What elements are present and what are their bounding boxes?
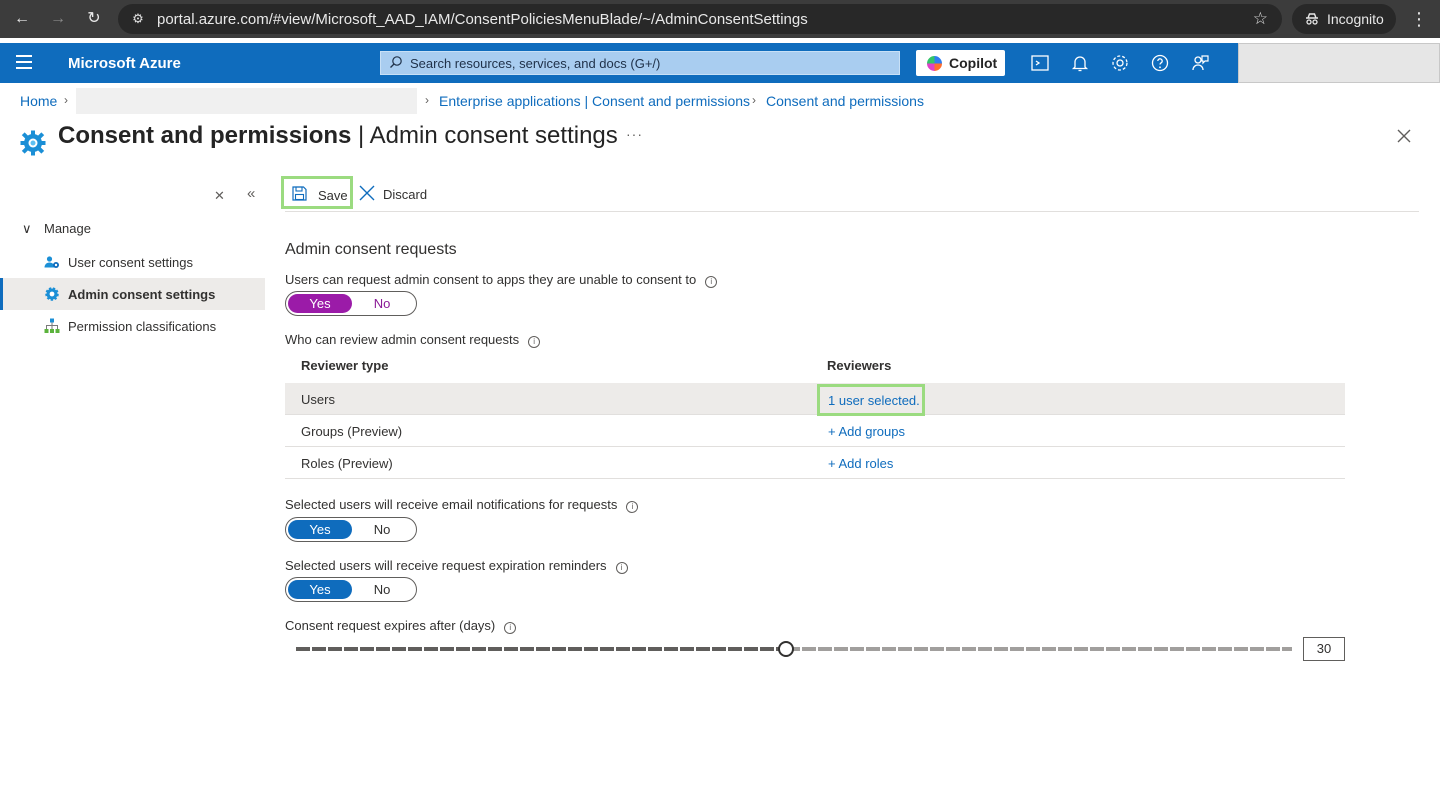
url-text[interactable]: portal.azure.com/#view/Microsoft_AAD_IAM…: [157, 11, 808, 28]
discard-x-icon: [359, 185, 375, 201]
copilot-label: Copilot: [949, 55, 998, 71]
forward-arrow-icon[interactable]: →: [47, 8, 69, 30]
breadcrumb-redacted: [76, 88, 417, 114]
add-roles-link[interactable]: + Add roles: [828, 456, 893, 471]
reviewer-type-cell: Roles (Preview): [301, 456, 393, 471]
sidebar-group-label: Manage: [44, 221, 91, 236]
portal-menu-icon[interactable]: [16, 55, 32, 69]
copilot-icon: [927, 56, 942, 71]
sidebar-item-admin-consent-settings[interactable]: Admin consent settings: [0, 278, 265, 310]
info-icon[interactable]: i: [615, 562, 628, 574]
request-consent-label: Users can request admin consent to apps …: [285, 272, 718, 288]
notifications-bell-icon[interactable]: [1070, 53, 1090, 73]
back-arrow-icon[interactable]: ←: [11, 8, 33, 30]
table-row[interactable]: Groups (Preview) + Add groups: [285, 415, 1345, 447]
incognito-icon: [1306, 13, 1318, 25]
section-title: Admin consent requests: [285, 241, 457, 258]
sidebar-item-label: Permission classifications: [68, 319, 217, 334]
sidebar-item-permission-classifications[interactable]: Permission classifications: [0, 310, 265, 342]
help-icon[interactable]: [1150, 53, 1170, 73]
sidebar-item-label: Admin consent settings: [68, 287, 216, 302]
breadcrumb-home[interactable]: Home: [20, 93, 57, 109]
browser-menu-icon[interactable]: ⋮: [1410, 8, 1428, 30]
more-options-icon[interactable]: ···: [626, 126, 643, 142]
expiry-slider-track[interactable]: [296, 647, 1292, 651]
reviewer-type-cell: Users: [301, 392, 335, 407]
reviewers-label: Who can review admin consent requests i: [285, 332, 541, 348]
sidebar-item-user-consent-settings[interactable]: User consent settings: [0, 246, 265, 278]
close-icon[interactable]: [1396, 128, 1412, 144]
info-icon[interactable]: i: [705, 276, 718, 288]
account-area-redacted[interactable]: [1238, 43, 1440, 83]
breadcrumb-consent-permissions[interactable]: Consent and permissions: [766, 93, 924, 109]
expiration-reminders-toggle[interactable]: Yes No: [285, 577, 417, 602]
table-row[interactable]: Users 1 user selected.: [285, 383, 1345, 416]
sidebar-item-label: User consent settings: [68, 255, 194, 270]
browser-toolbar: ← → ↻ ⚙ portal.azure.com/#view/Microsoft…: [0, 0, 1440, 38]
breadcrumb-enterprise-apps[interactable]: Enterprise applications | Consent and pe…: [439, 93, 750, 109]
hierarchy-icon: [44, 318, 60, 333]
expiration-reminders-label: Selected users will receive request expi…: [285, 558, 628, 574]
feedback-icon[interactable]: [1190, 53, 1210, 73]
azure-brand[interactable]: Microsoft Azure: [68, 55, 181, 72]
email-notifications-toggle[interactable]: Yes No: [285, 517, 417, 542]
discard-label: Discard: [383, 187, 428, 202]
info-icon[interactable]: i: [626, 501, 639, 513]
add-groups-link[interactable]: + Add groups: [828, 424, 905, 439]
page-title-main: Consent and permissions: [58, 122, 352, 149]
global-search[interactable]: [380, 51, 900, 75]
email-notifications-label: Selected users will receive email notifi…: [285, 497, 639, 513]
users-selected-link[interactable]: 1 user selected.: [817, 384, 925, 416]
bookmark-star-icon[interactable]: ☆: [1253, 9, 1268, 29]
settings-gear-icon[interactable]: [1110, 53, 1130, 73]
gear-icon: [20, 130, 46, 156]
toggle-no-option[interactable]: No: [350, 520, 414, 539]
column-header-reviewers: Reviewers: [827, 358, 892, 373]
clear-icon[interactable]: ✕: [214, 188, 225, 204]
search-icon: [390, 56, 402, 68]
toggle-no-option[interactable]: No: [350, 294, 414, 313]
chevron-down-icon: ∨: [22, 221, 32, 236]
site-settings-icon[interactable]: ⚙: [130, 11, 146, 27]
toggle-yes-option[interactable]: Yes: [288, 520, 352, 539]
collapse-sidebar-icon[interactable]: «: [247, 185, 255, 202]
search-input[interactable]: [410, 54, 890, 72]
request-consent-toggle[interactable]: Yes No: [285, 291, 417, 316]
info-icon[interactable]: i: [528, 336, 541, 348]
slider-rest: [786, 647, 1292, 651]
cloud-shell-icon[interactable]: [1030, 53, 1050, 73]
toggle-yes-option[interactable]: Yes: [288, 294, 352, 313]
column-header-reviewer-type: Reviewer type: [301, 358, 389, 373]
expiry-slider-thumb[interactable]: [778, 641, 794, 657]
info-icon[interactable]: i: [504, 622, 517, 634]
reload-icon[interactable]: ↻: [83, 8, 105, 30]
expiry-days-input[interactable]: 30: [1303, 637, 1345, 661]
chevron-right-icon: ›: [64, 93, 68, 107]
slider-fill: [296, 647, 786, 651]
save-button[interactable]: Save: [281, 176, 353, 209]
command-bar-divider: [285, 211, 1419, 212]
incognito-label: Incognito: [1327, 11, 1384, 27]
sidebar-group-manage[interactable]: ∨ Manage: [22, 221, 91, 237]
azure-top-bar: Microsoft Azure Copilot: [0, 43, 1440, 83]
table-row[interactable]: Roles (Preview) + Add roles: [285, 447, 1345, 479]
save-label: Save: [318, 188, 348, 203]
toggle-yes-option[interactable]: Yes: [288, 580, 352, 599]
chevron-right-icon: ›: [425, 93, 429, 107]
chevron-right-icon: ›: [752, 93, 756, 107]
gear-icon: [45, 287, 59, 301]
users-gear-icon: [44, 256, 59, 268]
toggle-no-option[interactable]: No: [350, 580, 414, 599]
incognito-badge[interactable]: Incognito: [1292, 4, 1396, 34]
page-title: Consent and permissions | Admin consent …: [58, 122, 618, 150]
address-bar[interactable]: ⚙ portal.azure.com/#view/Microsoft_AAD_I…: [118, 4, 1282, 34]
reviewer-type-cell: Groups (Preview): [301, 424, 403, 439]
page-title-sub: | Admin consent settings: [351, 122, 618, 149]
copilot-button[interactable]: Copilot: [916, 50, 1005, 76]
save-icon: [292, 186, 307, 201]
expiry-days-label: Consent request expires after (days) i: [285, 618, 517, 634]
